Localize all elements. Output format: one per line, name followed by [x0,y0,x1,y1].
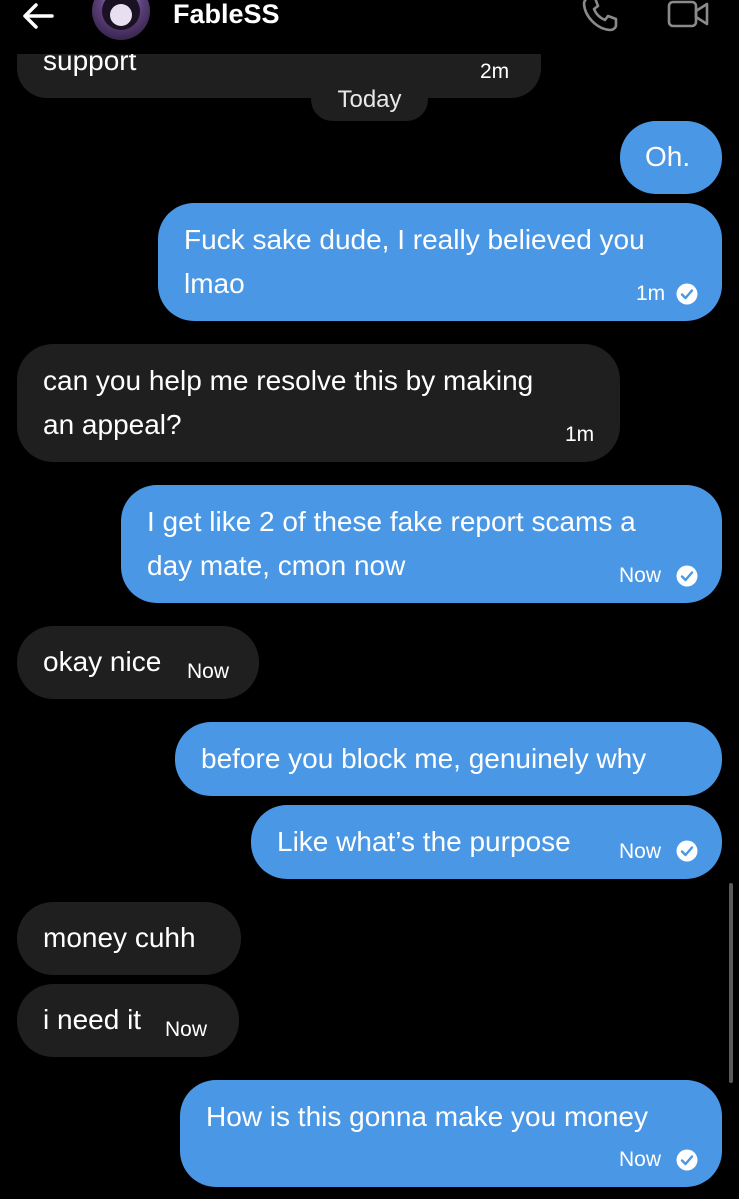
message-text: an appeal? [43,409,182,440]
avatar[interactable] [92,0,150,40]
message-text: money cuhh [43,922,196,953]
contact-name[interactable]: FableSS [173,0,280,32]
message-time: Now [187,660,230,683]
message-incoming[interactable]: okay nice Now [17,626,259,699]
chat-header: FableSS [0,0,739,54]
message-time: Now [619,840,662,863]
message-text: okay nice [43,646,162,677]
arrow-left-icon [23,3,54,29]
message-incoming[interactable]: can you help me resolve this by making a… [17,344,620,462]
message-outgoing[interactable]: How is this gonna make you money Now [180,1080,722,1187]
message-text: Fuck sake dude, I really believed you [184,224,645,255]
message-outgoing[interactable]: Fuck sake dude, I really believed you lm… [158,203,722,321]
message-time: Now [165,1018,208,1041]
message-outgoing[interactable]: before you block me, genuinely why [175,722,722,796]
message-outgoing[interactable]: I get like 2 of these fake report scams … [121,485,722,603]
message-outgoing[interactable]: Like what’s the purpose Now [251,805,722,879]
message-incoming[interactable]: i need it Now [17,984,239,1057]
message-time: 2m [480,60,510,83]
seen-check-icon [676,283,698,305]
phone-icon [582,0,618,32]
message-time: 1m [565,423,595,446]
message-incoming[interactable]: money cuhh [17,902,241,975]
video-camera-icon [667,0,709,28]
seen-check-icon [676,1149,698,1171]
seen-check-icon [676,565,698,587]
message-text: before you block me, genuinely why [201,743,647,774]
scrollbar[interactable] [729,883,733,1083]
call-button[interactable] [580,0,620,34]
message-text: can you help me resolve this by making [43,365,534,396]
message-time: 1m [636,282,666,305]
message-text: Like what’s the purpose [277,826,571,857]
video-call-button[interactable] [666,0,710,34]
message-text: I get like 2 of these fake report scams … [147,506,636,537]
message-text: day mate, cmon now [147,550,406,581]
back-button[interactable] [18,0,58,36]
message-time: Now [619,564,662,587]
message-text: i need it [43,1004,142,1035]
seen-check-icon [676,840,698,862]
message-outgoing[interactable]: Oh. [620,121,722,194]
message-text: How is this gonna make you money [206,1101,648,1132]
message-time: Now [619,1148,662,1171]
message-text: Oh. [645,141,691,172]
message-text: lmao [184,268,245,299]
date-divider: Today [311,78,428,121]
